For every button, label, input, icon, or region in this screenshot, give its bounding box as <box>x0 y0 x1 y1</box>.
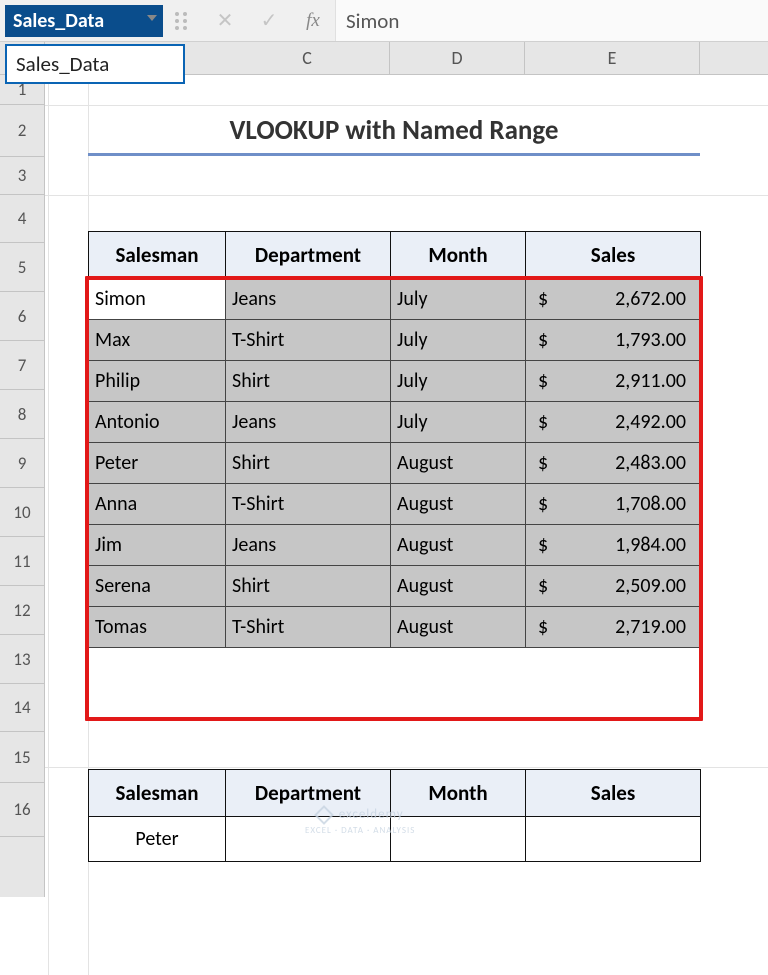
row-header[interactable]: 4 <box>0 195 44 243</box>
cell-department[interactable]: T-Shirt <box>226 484 391 525</box>
cell-department[interactable]: Jeans <box>226 279 391 320</box>
watermark-brand: exceldemy <box>339 807 404 822</box>
row-header[interactable]: 14 <box>0 684 44 732</box>
row-header[interactable]: 16 <box>0 783 44 837</box>
cell-sales[interactable]: $1,793.00 <box>526 320 701 361</box>
cell-department[interactable]: Jeans <box>226 525 391 566</box>
row-header[interactable]: 10 <box>0 488 44 537</box>
cell-sales[interactable]: $1,984.00 <box>526 525 701 566</box>
cell-month[interactable]: July <box>391 402 526 443</box>
cancel-icon: ✕ <box>203 8 247 33</box>
cell-sales[interactable]: $2,509.00 <box>526 566 701 607</box>
cell-department[interactable]: T-Shirt <box>226 320 391 361</box>
cell-salesman[interactable]: Peter <box>89 443 226 484</box>
fx-icon[interactable]: fx <box>291 10 335 32</box>
cell-salesman[interactable]: Antonio <box>89 402 226 443</box>
cell-salesman[interactable]: Tomas <box>89 607 226 648</box>
cell-salesman[interactable]: Serena <box>89 566 226 607</box>
th-month[interactable]: Month <box>391 232 526 279</box>
cell-month[interactable]: July <box>391 361 526 402</box>
grip-icon <box>165 0 203 41</box>
cell-department[interactable]: Shirt <box>226 443 391 484</box>
cell-department[interactable]: Shirt <box>226 361 391 402</box>
cell-department[interactable]: Shirt <box>226 566 391 607</box>
name-box-dropdown-item[interactable]: Sales_Data <box>5 44 185 84</box>
cell-salesman[interactable]: Simon <box>89 279 226 320</box>
row-header[interactable]: 5 <box>0 243 44 292</box>
cell-salesman[interactable]: Jim <box>89 525 226 566</box>
col-header[interactable]: D <box>390 42 525 74</box>
cell-month[interactable]: August <box>391 484 526 525</box>
row-header[interactable]: 13 <box>0 635 44 684</box>
th-salesman[interactable]: Salesman <box>89 770 226 817</box>
table-row: PeterShirtAugust$2,483.00 <box>89 443 701 484</box>
formula-input[interactable]: Simon <box>335 0 768 41</box>
table-row: PhilipShirtJuly$2,911.00 <box>89 361 701 402</box>
row-header[interactable]: 6 <box>0 292 44 341</box>
row-header[interactable]: 9 <box>0 439 44 488</box>
cell-sales[interactable]: $1,708.00 <box>526 484 701 525</box>
cell-month[interactable]: August <box>391 607 526 648</box>
cell-sales[interactable]: $2,483.00 <box>526 443 701 484</box>
lookup-sales[interactable] <box>526 817 701 862</box>
row-header[interactable]: 8 <box>0 390 44 439</box>
table-row: AnnaT-ShirtAugust$1,708.00 <box>89 484 701 525</box>
th-salesman[interactable]: Salesman <box>89 232 226 279</box>
cell-salesman[interactable]: Philip <box>89 361 226 402</box>
cell-month[interactable]: August <box>391 443 526 484</box>
cell-salesman[interactable]: Anna <box>89 484 226 525</box>
enter-icon: ✓ <box>247 8 291 33</box>
row-header[interactable]: 15 <box>0 732 44 783</box>
watermark: exceldemy EXCEL · DATA · ANALYSIS <box>305 807 415 837</box>
row-headers: 12345678910111213141516 <box>0 75 45 897</box>
cell-sales[interactable]: $2,911.00 <box>526 361 701 402</box>
row-header[interactable]: 2 <box>0 105 44 157</box>
table-row: SerenaShirtAugust$2,509.00 <box>89 566 701 607</box>
watermark-icon <box>314 805 334 825</box>
page-title: VLOOKUP with Named Range <box>88 106 700 156</box>
table-row: TomasT-ShirtAugust$2,719.00 <box>89 607 701 648</box>
th-sales[interactable]: Sales <box>526 770 701 817</box>
th-department[interactable]: Department <box>226 232 391 279</box>
cell-month[interactable]: August <box>391 525 526 566</box>
table-row: JimJeansAugust$1,984.00 <box>89 525 701 566</box>
cell-salesman[interactable]: Max <box>89 320 226 361</box>
th-sales[interactable]: Sales <box>526 232 701 279</box>
name-box-value: Sales_Data <box>13 9 104 33</box>
table-row: SimonJeansJuly$2,672.00 <box>89 279 701 320</box>
cell-month[interactable]: July <box>391 320 526 361</box>
cell-department[interactable]: T-Shirt <box>226 607 391 648</box>
row-header[interactable]: 12 <box>0 586 44 635</box>
cell-sales[interactable]: $2,719.00 <box>526 607 701 648</box>
cell-month[interactable]: August <box>391 566 526 607</box>
cell-department[interactable]: Jeans <box>226 402 391 443</box>
name-box[interactable]: Sales_Data <box>5 5 163 37</box>
data-table: Salesman Department Month Sales SimonJea… <box>88 231 701 648</box>
watermark-tag: EXCEL · DATA · ANALYSIS <box>305 825 415 836</box>
col-header[interactable]: E <box>525 42 700 74</box>
row-header[interactable]: 3 <box>0 157 44 195</box>
row-header[interactable]: 7 <box>0 341 44 390</box>
col-header[interactable]: C <box>225 42 390 74</box>
table-row: AntonioJeansJuly$2,492.00 <box>89 402 701 443</box>
cell-sales[interactable]: $2,492.00 <box>526 402 701 443</box>
dropdown-icon[interactable] <box>147 15 157 21</box>
lookup-salesman[interactable]: Peter <box>89 817 226 862</box>
table-row: MaxT-ShirtJuly$1,793.00 <box>89 320 701 361</box>
row-header[interactable]: 11 <box>0 537 44 586</box>
cell-sales[interactable]: $2,672.00 <box>526 279 701 320</box>
cell-month[interactable]: July <box>391 279 526 320</box>
formula-bar-region: Sales_Data Sales_Data ✕ ✓ fx Simon <box>0 0 768 42</box>
sheet-area[interactable]: VLOOKUP with Named Range Salesman Depart… <box>45 75 768 897</box>
